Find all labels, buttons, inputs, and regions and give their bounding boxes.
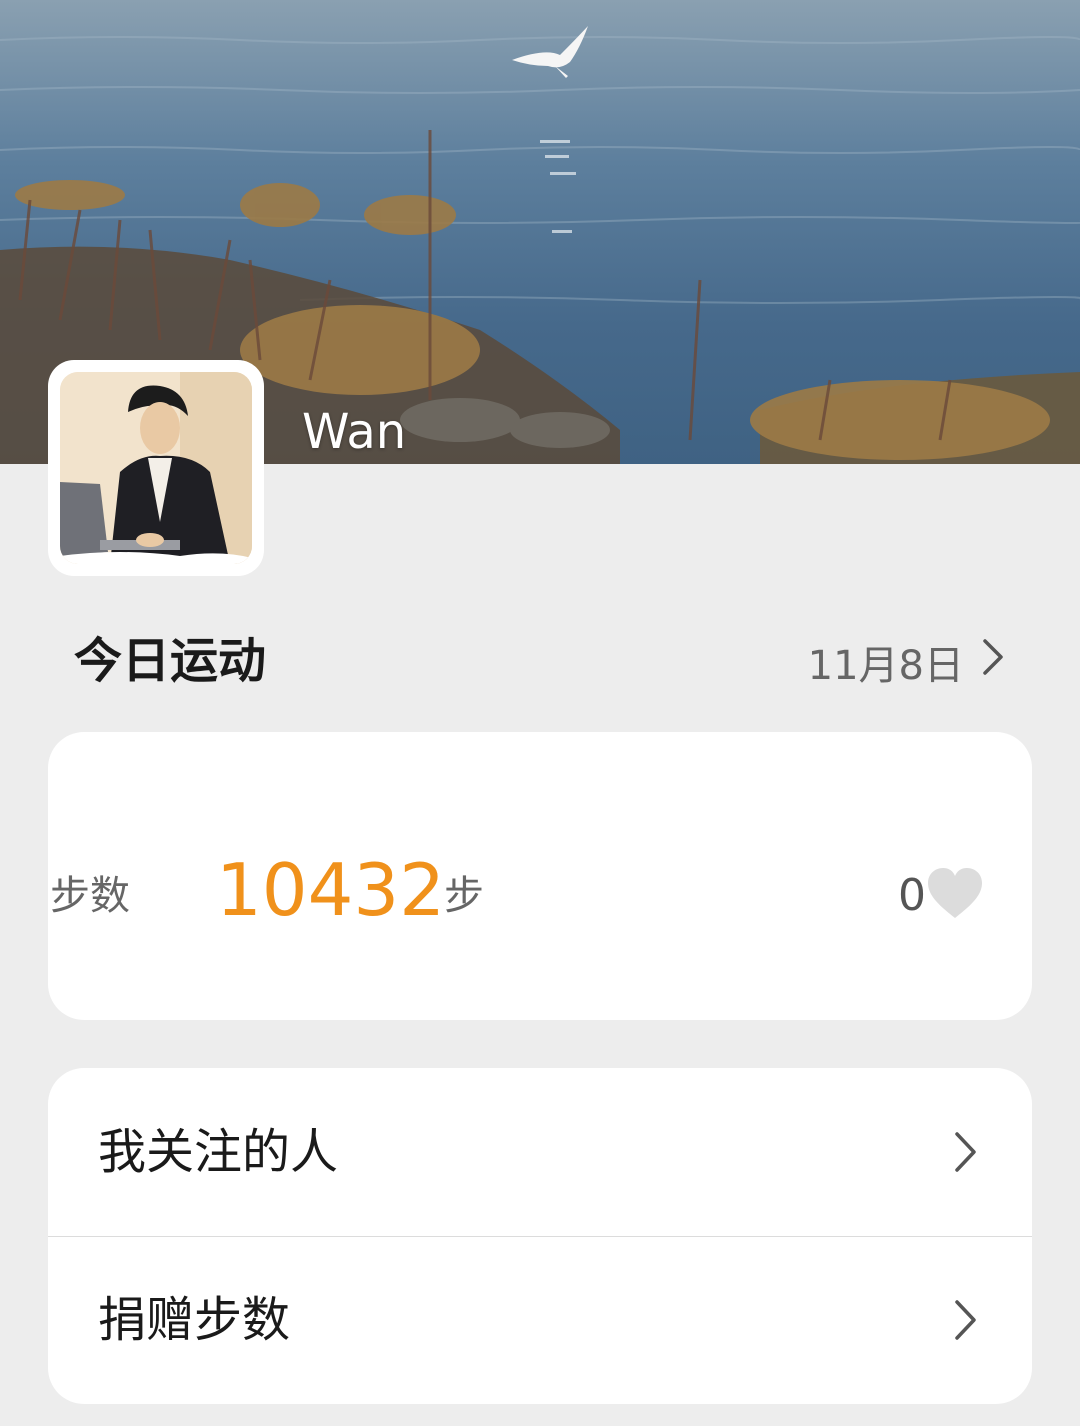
menu-card: 我关注的人 捐赠步数: [48, 1068, 1032, 1404]
date-label: 11月8日: [807, 643, 964, 689]
avatar[interactable]: [48, 360, 264, 576]
steps-value: 10432: [216, 848, 446, 932]
chevron-right-icon: [954, 1298, 978, 1346]
like-count: 0: [898, 870, 926, 921]
avatar-image: [60, 372, 252, 564]
heart-icon[interactable]: [926, 866, 984, 922]
steps-label: 步数: [50, 873, 130, 919]
menu-item-donate-steps[interactable]: 捐赠步数: [48, 1236, 1032, 1404]
chevron-right-icon: [982, 638, 1004, 686]
username: Wan: [302, 404, 407, 460]
menu-item-following[interactable]: 我关注的人: [48, 1068, 1032, 1236]
steps-card[interactable]: [48, 732, 1032, 1020]
menu-item-label: 捐赠步数: [98, 1292, 291, 1348]
steps-unit: 步: [444, 873, 484, 919]
menu-item-label: 我关注的人: [98, 1124, 339, 1180]
date-selector[interactable]: 11月8日: [808, 634, 1004, 690]
today-title: 今日运动: [74, 633, 267, 689]
chevron-right-icon: [954, 1130, 978, 1178]
